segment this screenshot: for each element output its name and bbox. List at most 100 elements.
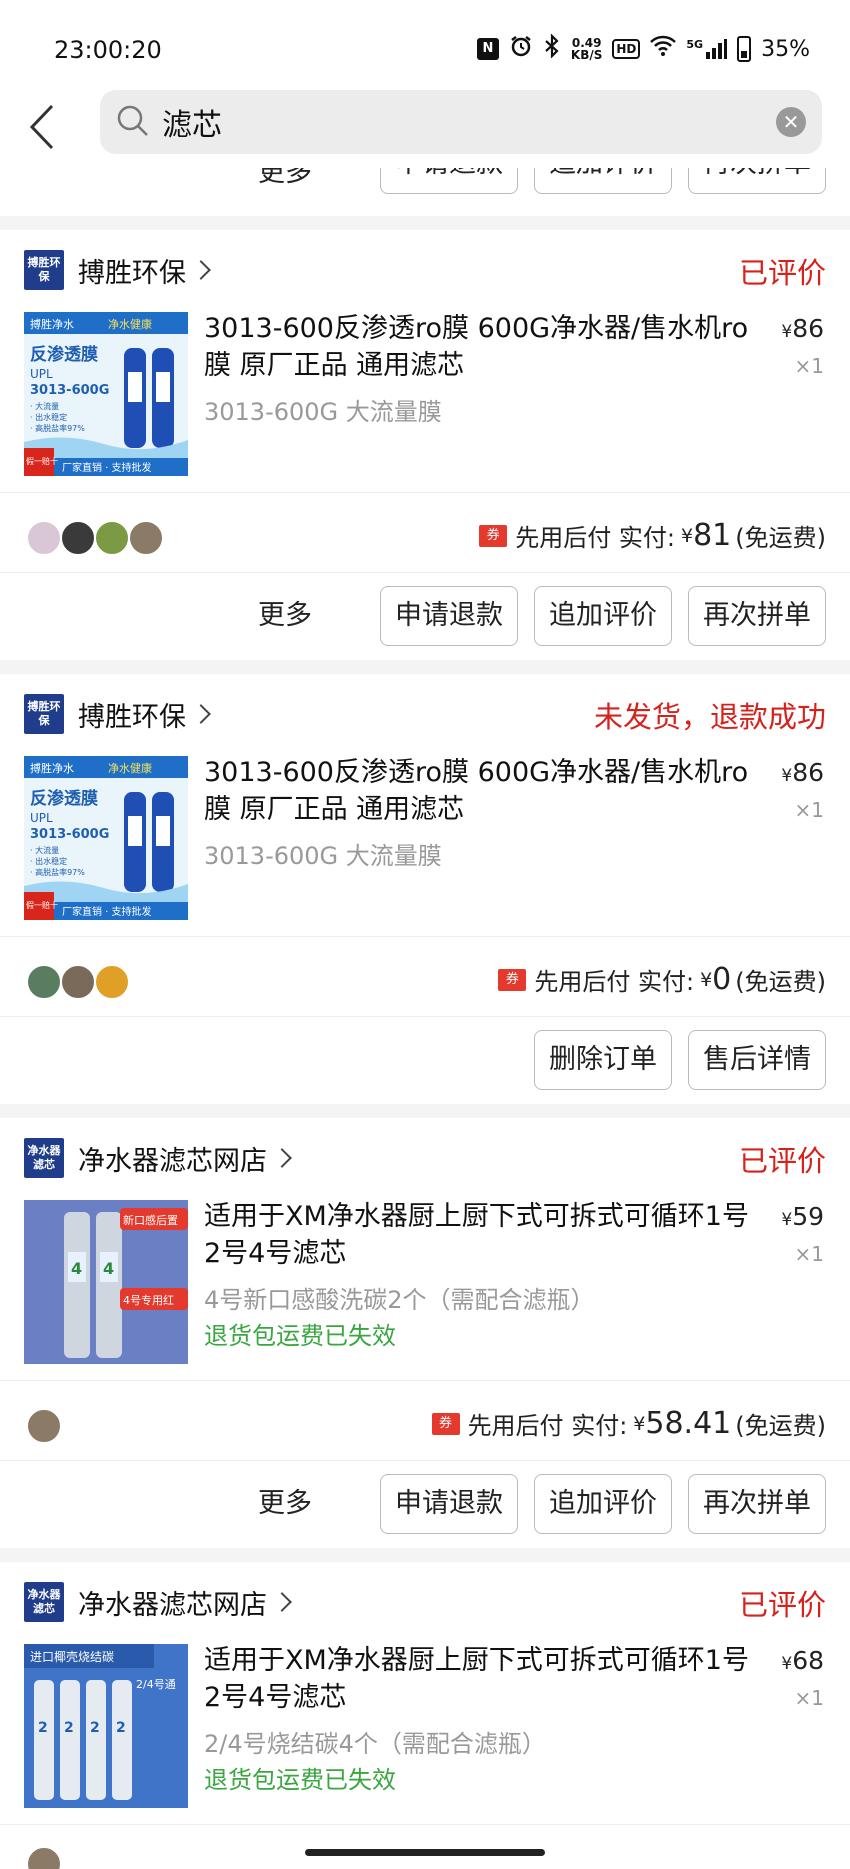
shop-link[interactable]: 搏胜环保 搏胜环保 xyxy=(24,248,211,292)
product-image[interactable]: 搏胜净水 净水健康 反渗透膜 UPL 3013-600G · 大流量 · 出水稳… xyxy=(24,312,188,476)
product-spec: 3013-600G 大流量膜 xyxy=(204,398,442,426)
divider xyxy=(0,1380,850,1381)
delete-order-button[interactable]: 删除订单 xyxy=(534,1030,672,1090)
home-indicator[interactable] xyxy=(305,1849,545,1856)
return-shipping-note: 退货包运费已失效 xyxy=(204,1766,396,1794)
svg-text:· 大流量: · 大流量 xyxy=(30,401,59,411)
refund-button[interactable]: 申请退款 xyxy=(380,586,518,646)
after-sales-button[interactable]: 售后详情 xyxy=(688,1030,826,1090)
reorder-button[interactable]: 再次拼单 xyxy=(688,168,826,194)
chevron-right-icon xyxy=(191,704,211,724)
product-image[interactable]: 4 4 新口感后置 4号专用红 xyxy=(24,1200,188,1364)
avatar xyxy=(94,520,130,556)
divider xyxy=(0,1824,850,1825)
unit-price: ¥68 xyxy=(781,1646,824,1675)
add-review-button[interactable]: 追加评价 xyxy=(534,168,672,194)
product-image[interactable]: 搏胜净水 净水健康 反渗透膜 UPL 3013-600G · 大流量 · 出水稳… xyxy=(24,756,188,920)
order-card-partial: 更多 申请退款 追加评价 再次拼单 xyxy=(0,168,850,216)
svg-text:3013-600G: 3013-600G xyxy=(30,383,109,398)
shop-logo: 净水器滤芯 xyxy=(24,1138,64,1178)
svg-text:· 大流量: · 大流量 xyxy=(30,845,59,855)
svg-text:进口椰壳烧结碳: 进口椰壳烧结碳 xyxy=(30,1649,114,1664)
refund-button[interactable]: 申请退款 xyxy=(380,1474,518,1534)
add-review-button[interactable]: 追加评价 xyxy=(534,586,672,646)
svg-text:4: 4 xyxy=(71,1259,82,1278)
shop-link[interactable]: 净水器滤芯 净水器滤芯网店 xyxy=(24,1136,292,1180)
svg-text:2: 2 xyxy=(64,1720,74,1736)
shop-name: 净水器滤芯网店 xyxy=(78,1145,267,1177)
coupon-icon: 券 xyxy=(498,968,527,991)
search-header: 滤芯 ✕ xyxy=(0,90,850,168)
order-status: 已评价 xyxy=(738,256,826,290)
shop-link[interactable]: 搏胜环保 搏胜环保 xyxy=(24,692,211,736)
order-status: 已评价 xyxy=(738,1144,826,1178)
svg-text:反渗透膜: 反渗透膜 xyxy=(30,788,98,809)
product-image[interactable]: 进口椰壳烧结碳 2 2 2 2 2/4号通 xyxy=(24,1644,188,1808)
buyer-avatars xyxy=(26,964,130,1000)
nfc-icon: N xyxy=(476,38,499,60)
clear-search-button[interactable]: ✕ xyxy=(776,107,806,137)
svg-text:搏胜净水: 搏胜净水 xyxy=(30,317,74,331)
more-button[interactable]: 更多 xyxy=(258,1474,312,1534)
reorder-button[interactable]: 再次拼单 xyxy=(688,586,826,646)
svg-text:· 高脱盐率97%: · 高脱盐率97% xyxy=(30,867,85,877)
product-title[interactable]: 3013-600反渗透ro膜 600G净水器/售水机ro膜 原厂正品 通用滤芯 xyxy=(204,754,749,828)
svg-text:2: 2 xyxy=(90,1720,100,1736)
avatar xyxy=(94,964,130,1000)
return-shipping-note: 退货包运费已失效 xyxy=(204,1322,396,1350)
quantity: ×1 xyxy=(794,798,824,822)
avatar xyxy=(60,520,96,556)
status-bar: 23:00:20 N 0.49 KB/S HD 5G 35% xyxy=(0,0,850,90)
order-card[interactable]: 净水器滤芯 净水器滤芯网店 已评价 进口椰壳烧结碳 2 2 2 2 2/4号通 … xyxy=(0,1562,850,1869)
shop-logo: 净水器滤芯 xyxy=(24,1582,64,1622)
order-status: 未发货，退款成功 xyxy=(593,700,826,734)
shop-link[interactable]: 净水器滤芯 净水器滤芯网店 xyxy=(24,1580,292,1624)
avatar xyxy=(26,1408,62,1444)
signal-icon: 5G xyxy=(686,38,728,60)
coupon-icon: 券 xyxy=(479,524,508,547)
clock: 23:00:20 xyxy=(54,36,162,64)
more-button[interactable]: 更多 xyxy=(258,586,312,646)
svg-text:净水健康: 净水健康 xyxy=(108,761,152,775)
reorder-button[interactable]: 再次拼单 xyxy=(688,1474,826,1534)
avatar xyxy=(26,1846,62,1869)
back-arrow-icon xyxy=(29,104,54,150)
divider xyxy=(0,572,850,573)
svg-text:2: 2 xyxy=(38,1720,48,1736)
product-title[interactable]: 适用于XM净水器厨上厨下式可拆式可循环1号2号4号滤芯 xyxy=(204,1198,749,1272)
search-input[interactable]: 滤芯 ✕ xyxy=(100,90,822,154)
add-review-button[interactable]: 追加评价 xyxy=(534,1474,672,1534)
product-title[interactable]: 适用于XM净水器厨上厨下式可拆式可循环1号2号4号滤芯 xyxy=(204,1642,749,1716)
svg-text:UPL: UPL xyxy=(30,811,53,825)
chevron-right-icon xyxy=(191,260,211,280)
order-list: 更多 申请退款 追加评价 再次拼单 搏胜环保 搏胜环保 已评价 搏胜净水 净水健… xyxy=(0,168,850,1869)
network-speed: 0.49 KB/S xyxy=(570,36,603,62)
search-icon xyxy=(117,105,148,136)
shop-name: 净水器滤芯网店 xyxy=(78,1589,267,1621)
order-card[interactable]: 搏胜环保 搏胜环保 未发货，退款成功 搏胜净水 净水健康 反渗透膜 UPL 30… xyxy=(0,674,850,1104)
svg-text:· 出水稳定: · 出水稳定 xyxy=(30,412,67,422)
shop-name: 搏胜环保 xyxy=(78,257,186,289)
divider xyxy=(0,1460,850,1461)
svg-text:UPL: UPL xyxy=(30,367,53,381)
more-button[interactable]: 更多 xyxy=(258,168,312,189)
order-card[interactable]: 净水器滤芯 净水器滤芯网店 已评价 4 4 新口感后置 4号专用红 适用于XM净… xyxy=(0,1118,850,1548)
svg-text:假一赔十: 假一赔十 xyxy=(26,900,58,910)
payment-summary: 券 先用后付 实付: ¥ 81 (免运费) xyxy=(479,518,826,553)
quantity: ×1 xyxy=(794,1686,824,1710)
back-button[interactable] xyxy=(22,102,66,152)
svg-text:反渗透膜: 反渗透膜 xyxy=(30,344,98,365)
order-card[interactable]: 搏胜环保 搏胜环保 已评价 搏胜净水 净水健康 反渗透膜 UPL 3013-60… xyxy=(0,230,850,660)
unit-price: ¥86 xyxy=(781,314,824,343)
svg-text:4号专用红: 4号专用红 xyxy=(123,1293,174,1307)
product-title[interactable]: 3013-600反渗透ro膜 600G净水器/售水机ro膜 原厂正品 通用滤芯 xyxy=(204,310,749,384)
alarm-icon xyxy=(509,34,533,64)
divider xyxy=(0,492,850,493)
refund-button[interactable]: 申请退款 xyxy=(380,168,518,194)
svg-text:3013-600G: 3013-600G xyxy=(30,827,109,842)
search-query: 滤芯 xyxy=(162,108,222,143)
order-status: 已评价 xyxy=(738,1588,826,1622)
battery-level: 35% xyxy=(761,36,810,62)
svg-text:· 出水稳定: · 出水稳定 xyxy=(30,856,67,866)
svg-text:净水健康: 净水健康 xyxy=(108,317,152,331)
